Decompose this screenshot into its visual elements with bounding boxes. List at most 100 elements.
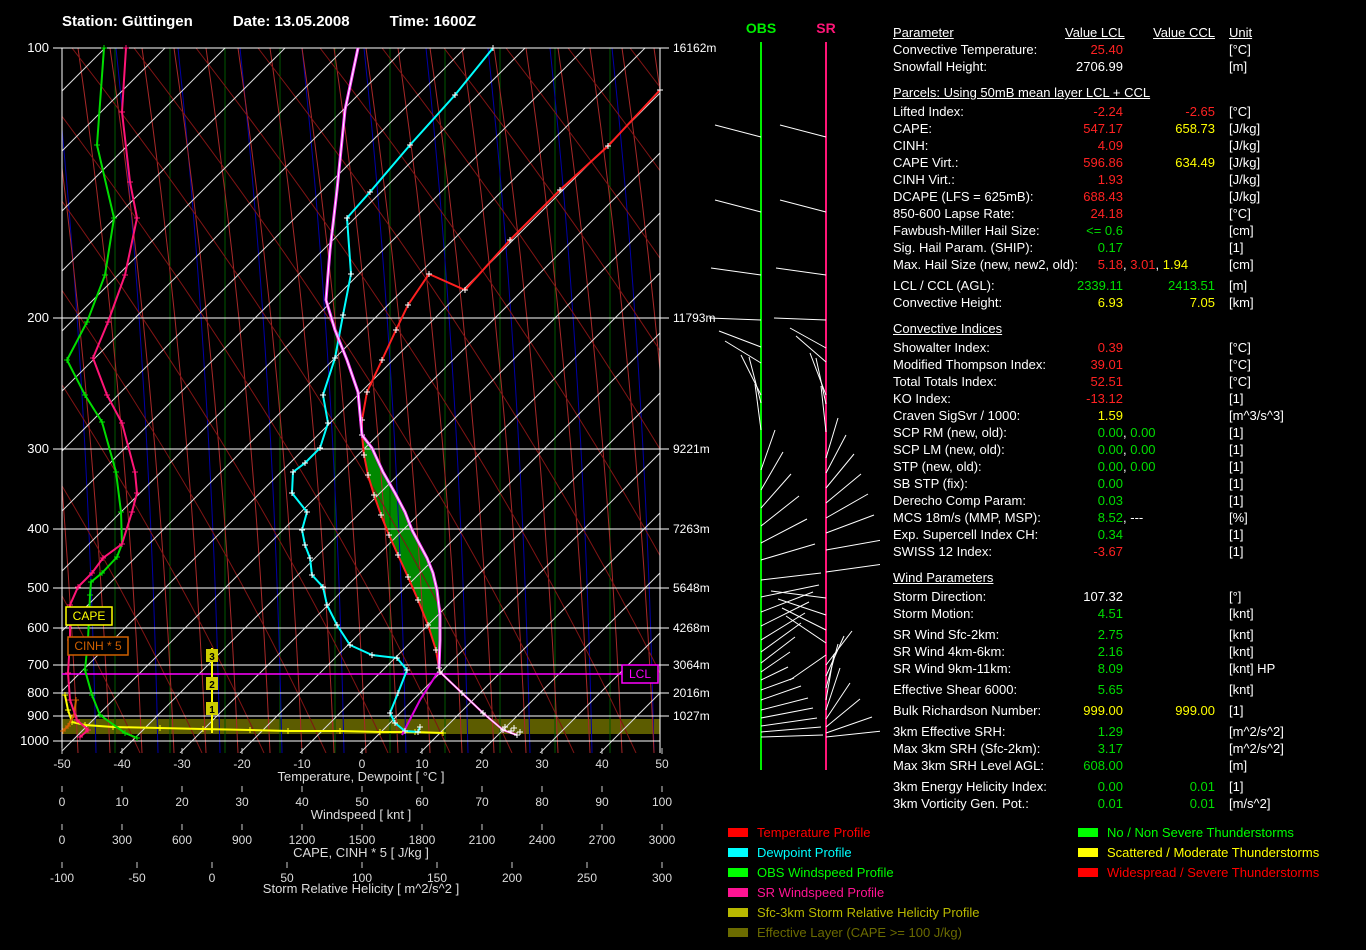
parameter-label: Sig. Hail Param. (SHIP):: [893, 240, 1034, 255]
legend-label: Temperature Profile: [757, 824, 871, 840]
parameter-row: Bulk Richardson Number: 999.00 999.00 [1]: [893, 702, 1363, 719]
value-ccl: [1123, 137, 1215, 154]
axis-3: -100 -50 0 50 100 150 200 250 300Storm Relative …: [50, 862, 672, 896]
svg-text:0: 0: [209, 871, 216, 885]
parameter-label: CAPE:: [893, 121, 933, 136]
parameter-label: LCL / CCL (AGL):: [893, 278, 995, 293]
parameter-row: Fawbush-Miller Hail Size: <= 0.6 [cm]: [893, 222, 1363, 239]
value-lcl: 0.01: [1065, 795, 1123, 812]
svg-text:70: 70: [475, 795, 489, 809]
value-ccl: , ---: [1123, 509, 1215, 526]
value-ccl: -2.65: [1123, 103, 1215, 120]
value-segment: 4.09: [1097, 138, 1123, 153]
svg-text:400: 400: [27, 521, 49, 536]
svg-text:4268m: 4268m: [673, 621, 710, 635]
parameter-label: 850-600 Lapse Rate:: [893, 206, 1015, 221]
parameter-label: Bulk Richardson Number:: [893, 703, 1042, 718]
svg-text:-100: -100: [50, 871, 74, 885]
parameter-row: Lifted Index: -2.24 -2.65 [°C]: [893, 103, 1363, 120]
barb-column-sr: SR: [770, 20, 880, 770]
unit-label: [m]: [1229, 59, 1248, 74]
svg-text:CAPE: CAPE: [73, 609, 106, 623]
parameter-row: CAPE: 547.17 658.73 [J/kg]: [893, 120, 1363, 137]
value-segment: 0.00: [1097, 476, 1123, 491]
value-segment: 634.49: [1175, 155, 1215, 170]
value-lcl: 1.29: [1065, 723, 1123, 740]
value-segment: 0.00: [1097, 779, 1123, 794]
value-ccl: , 0.00: [1123, 458, 1215, 475]
unit-label: [m]: [1229, 758, 1248, 773]
parameter-row: Max 3km SRH Level AGL: 608.00 [m]: [893, 757, 1363, 774]
parameter-label: Max 3km SRH Level AGL:: [893, 758, 1044, 773]
value-lcl: 0.03: [1065, 492, 1123, 509]
value-segment: -3.67: [1093, 544, 1123, 559]
legend-swatch: [1078, 867, 1098, 877]
value-segment: 596.86: [1083, 155, 1123, 170]
value-ccl: [1123, 373, 1215, 390]
value-segment: 0.39: [1097, 340, 1123, 355]
svg-text:2400: 2400: [529, 833, 556, 847]
value-ccl: [1123, 390, 1215, 407]
legend-item: Sfc-3km Storm Relative Helicity Profile: [728, 902, 980, 922]
parameter-row: 3km Vorticity Gen. Pot.: 0.01 0.01 [m/s^2]: [893, 795, 1363, 812]
legend-swatch: [728, 867, 748, 877]
value-segment: 1.29: [1097, 724, 1123, 739]
value-segment: 0.01: [1097, 796, 1123, 811]
value-lcl: 999.00: [1065, 702, 1123, 719]
value-lcl: 52.51: [1065, 373, 1123, 390]
unit-label: [°C]: [1229, 357, 1251, 372]
svg-text:200: 200: [502, 871, 522, 885]
parameter-row: SWISS 12 Index: -3.67 [1]: [893, 543, 1363, 560]
parameter-label: CAPE Virt.:: [893, 155, 959, 170]
svg-text:300: 300: [27, 441, 49, 456]
parameter-label: SWISS 12 Index:: [893, 544, 992, 559]
value-lcl: 5.18: [1065, 256, 1123, 273]
svg-text:3064m: 3064m: [673, 658, 710, 672]
value-ccl: [1123, 740, 1215, 757]
unit-label: [°C]: [1229, 42, 1251, 57]
srh-km-markers: 3 2 1: [206, 649, 218, 716]
svg-text:Windspeed [ knt ]: Windspeed [ knt ]: [311, 807, 411, 822]
legend-swatch: [728, 907, 748, 917]
value-lcl: 0.00: [1065, 441, 1123, 458]
parameter-row: CAPE Virt.: 596.86 634.49 [J/kg]: [893, 154, 1363, 171]
parameter-label: Convective Height:: [893, 295, 1003, 310]
value-segment: 0.00: [1130, 425, 1156, 440]
svg-text:700: 700: [27, 657, 49, 672]
svg-text:50: 50: [655, 757, 669, 771]
value-segment: 1.59: [1097, 408, 1123, 423]
value-ccl: [1123, 757, 1215, 774]
svg-text:2700: 2700: [589, 833, 616, 847]
svg-text:800: 800: [27, 685, 49, 700]
legend-item: OBS Windspeed Profile: [728, 862, 980, 882]
value-segment: 999.00: [1175, 703, 1215, 718]
value-ccl: , 3.01, 1.94: [1123, 256, 1215, 273]
svg-text:250: 250: [577, 871, 597, 885]
value-segment: 688.43: [1083, 189, 1123, 204]
col-unit: Unit: [1229, 25, 1253, 40]
svg-text:40: 40: [295, 795, 309, 809]
svg-text:9221m: 9221m: [673, 442, 710, 456]
parameter-label: Lifted Index:: [893, 104, 964, 119]
value-ccl: [1123, 41, 1215, 58]
value-lcl: 596.86: [1065, 154, 1123, 171]
value-ccl: 634.49: [1123, 154, 1215, 171]
parameter-label: Fawbush-Miller Hail Size:: [893, 223, 1040, 238]
value-ccl: [1123, 626, 1215, 643]
value-ccl: , 0.00: [1123, 424, 1215, 441]
svg-text:900: 900: [232, 833, 252, 847]
parameter-row: 850-600 Lapse Rate: 24.18 [°C]: [893, 205, 1363, 222]
svg-text:LCL: LCL: [629, 667, 651, 681]
svg-text:90: 90: [595, 795, 609, 809]
value-segment: 0.00: [1130, 442, 1156, 457]
value-lcl: 2.75: [1065, 626, 1123, 643]
value-ccl: 658.73: [1123, 120, 1215, 137]
value-segment: 6.93: [1097, 295, 1123, 310]
value-lcl: -13.12: [1065, 390, 1123, 407]
value-ccl: [1123, 58, 1215, 75]
legend-label: SR Windspeed Profile: [757, 884, 885, 900]
parameter-row: SCP LM (new, old): 0.00, 0.00 [1]: [893, 441, 1363, 458]
value-ccl: [1123, 681, 1215, 698]
parameter-row: Exp. Supercell Index CH: 0.34 [1]: [893, 526, 1363, 543]
parameter-row: Max 3km SRH (Sfc-2km): 3.17 [m^2/s^2]: [893, 740, 1363, 757]
